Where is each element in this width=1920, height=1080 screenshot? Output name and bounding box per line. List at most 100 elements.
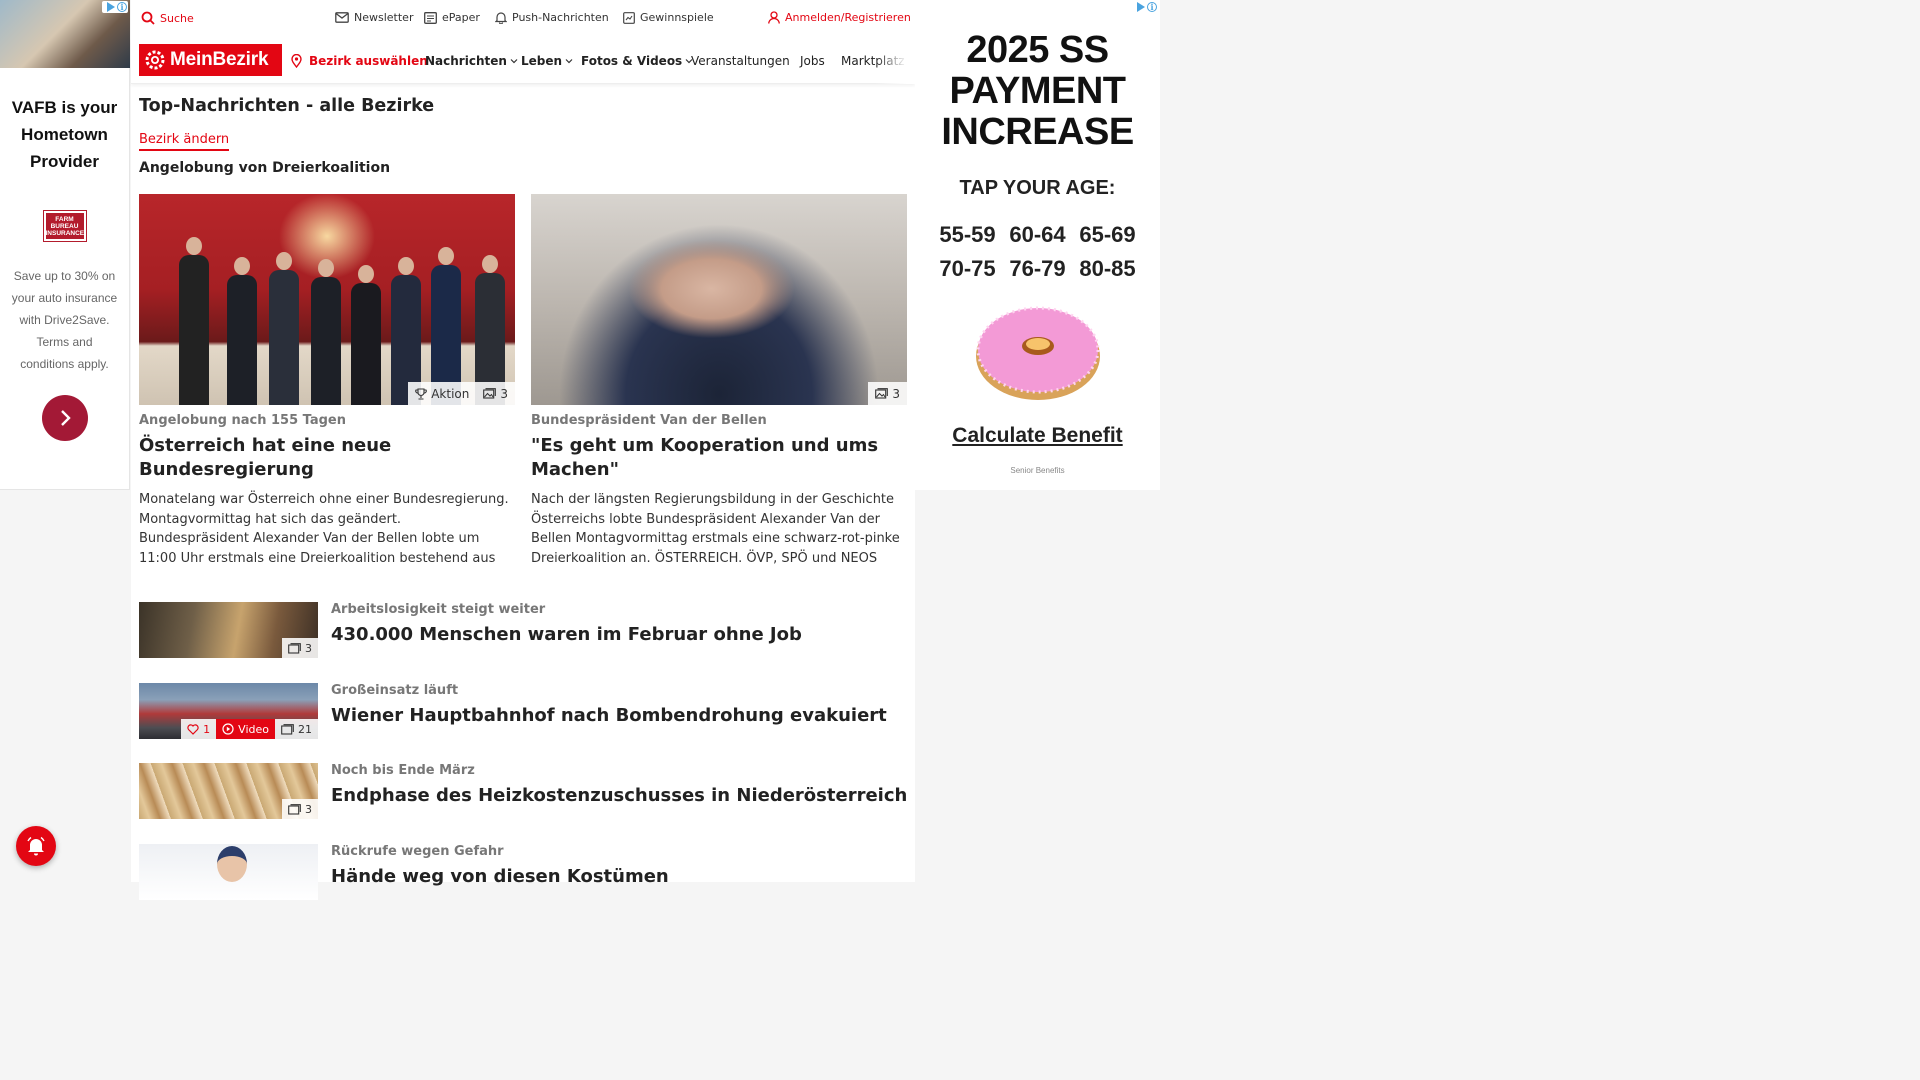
article-kicker: Angelobung nach 155 Tagen [139,413,346,428]
article-image[interactable]: 3 [531,194,907,405]
brand-logo[interactable]: MeinBezirk [139,44,282,76]
mail-icon [335,12,349,23]
image-icon [875,388,889,399]
user-icon [768,11,780,24]
photo-count: 3 [500,386,508,401]
adchoices-icon[interactable]: i [1132,1,1158,13]
notification-bell-button[interactable] [16,826,56,866]
ad-headline[interactable]: 2025 SS PAYMENT INCREASE [915,30,1160,153]
article-title[interactable]: Endphase des Heizkostenzuschusses in Nie… [331,785,907,806]
adchoices-icon[interactable]: i [102,1,128,13]
photo-count-badge: 3 [476,382,515,405]
left-ad[interactable]: i VAFB is your Hometown Provider FARM BUR… [0,0,130,490]
article-teaser: Monatelang war Österreich ohne einer Bun… [139,492,509,566]
chevron-down-icon [565,59,573,64]
age-option[interactable]: 55-59 [933,222,1003,248]
video-label: Video [238,722,269,736]
bell-icon [27,836,45,856]
nav-leben[interactable]: Leben [521,54,573,68]
age-option[interactable]: 70-75 [933,256,1003,282]
search-icon [141,11,155,25]
video-badge: Video [216,719,275,739]
nav-fotos-videos[interactable]: Fotos & Videos [581,54,693,68]
push-link[interactable]: Push-Nachrichten [495,11,609,24]
ad-headline[interactable]: VAFB is your Hometown Provider [0,94,129,175]
article-thumbnail[interactable]: 3 [139,763,318,819]
nav-fade [875,38,915,84]
image-icon [288,803,301,815]
likes-badge: 1 [181,719,217,739]
list-item[interactable]: 3 Arbeitslosigkeit steigt weiter 430.000… [139,602,907,658]
change-district-link[interactable]: Bezirk ändern [139,132,230,151]
gewinnspiele-link[interactable]: Gewinnspiele [623,11,714,24]
search-link[interactable]: Suche [141,11,194,25]
list-item[interactable]: 1 Video 21 Großeinsatz läuft Wiener Haup… [139,683,907,739]
epaper-label: ePaper [442,11,480,24]
photo-count-badge: 3 [282,638,318,658]
ad-copy[interactable]: Save up to 30% on your auto insurance wi… [8,265,121,375]
ad-next-button[interactable] [41,395,88,441]
bezirk-selector[interactable]: Bezirk auswählen [291,54,428,68]
newspaper-icon [424,11,437,24]
article-image[interactable]: Aktion 3 [139,194,515,405]
right-ad[interactable]: i 2025 SS PAYMENT INCREASE TAP YOUR AGE:… [915,0,1160,490]
nav-jobs[interactable]: Jobs [800,54,825,68]
ad-photo[interactable]: i [0,0,130,68]
calculate-benefit-link[interactable]: Calculate Benefit [915,424,1160,448]
photo-count-badge: 3 [282,799,318,819]
image-icon [281,723,294,735]
epaper-link[interactable]: ePaper [424,11,480,24]
brand-name: MeinBezirk [170,49,269,70]
photo-count: 3 [892,386,900,401]
featured-article-card[interactable]: 3 Bundespräsident Van der Bellen "Es geh… [531,194,907,568]
bell-icon [495,12,507,24]
list-item[interactable]: Rückrufe wegen Gefahr Hände weg von dies… [139,844,907,900]
article-title[interactable]: Hände weg von diesen Kostümen [331,866,669,887]
article-kicker: Bundespräsident Van der Bellen [531,413,767,428]
donut-image[interactable] [974,302,1102,402]
article-kicker: Rückrufe wegen Gefahr [331,844,504,859]
article-kicker: Noch bis Ende März [331,763,475,778]
aktion-label: Aktion [431,386,470,401]
ad-sponsor: Senior Benefits [1010,466,1065,475]
push-label: Push-Nachrichten [512,11,609,24]
article-thumbnail[interactable]: 1 Video 21 [139,683,318,739]
topic-heading: Angelobung von Dreierkoalition [139,160,391,176]
article-title[interactable]: Österreich hat eine neue Bundesregierung [139,434,515,482]
age-option[interactable]: 65-69 [1073,222,1143,248]
newsletter-link[interactable]: Newsletter [335,11,413,24]
photo-count: 3 [305,641,312,655]
image-badges: 3 [282,638,318,658]
aktion-badge: Aktion [408,382,477,405]
article-title[interactable]: Wiener Hauptbahnhof nach Bombendrohung e… [331,705,887,726]
nav-nachrichten[interactable]: Nachrichten [425,54,518,68]
login-link[interactable]: Anmelden/Registrieren [768,11,911,24]
image-badges: Aktion 3 [408,382,515,405]
image-icon [483,388,497,399]
image-badges: 3 [868,382,907,405]
newsletter-label: Newsletter [354,11,414,24]
article-thumbnail[interactable] [139,844,318,900]
nav-fotos-videos-label: Fotos & Videos [581,54,683,68]
main-column: Suche Newsletter ePaper Push-Nachrichten… [131,0,915,900]
age-option[interactable]: 80-85 [1073,256,1143,282]
article-title[interactable]: "Es geht um Kooperation und ums Machen" [531,434,907,482]
nav-leben-label: Leben [521,54,563,68]
nav-veranstaltungen[interactable]: Veranstaltungen [691,54,790,68]
age-option[interactable]: 76-79 [1003,256,1073,282]
article-kicker: Arbeitslosigkeit steigt weiter [331,602,546,617]
article-thumbnail[interactable]: 3 [139,602,318,658]
article-title[interactable]: 430.000 Menschen waren im Februar ohne J… [331,624,802,645]
list-item[interactable]: 3 Noch bis Ende März Endphase des Heizko… [139,763,907,819]
play-icon [222,723,234,735]
utility-bar: Suche Newsletter ePaper Push-Nachrichten… [131,0,915,38]
age-option[interactable]: 60-64 [1003,222,1073,248]
image-icon [288,642,301,654]
bezirk-label: Bezirk auswählen [309,54,428,68]
location-pin-icon [291,54,302,68]
gift-icon [623,11,635,24]
photo-count-badge: 3 [868,382,907,405]
nav-jobs-label: Jobs [800,54,825,68]
photo-count-badge: 21 [275,719,318,739]
featured-article-card[interactable]: Aktion 3 Angelobung nach 155 Tagen Öster… [139,194,515,568]
